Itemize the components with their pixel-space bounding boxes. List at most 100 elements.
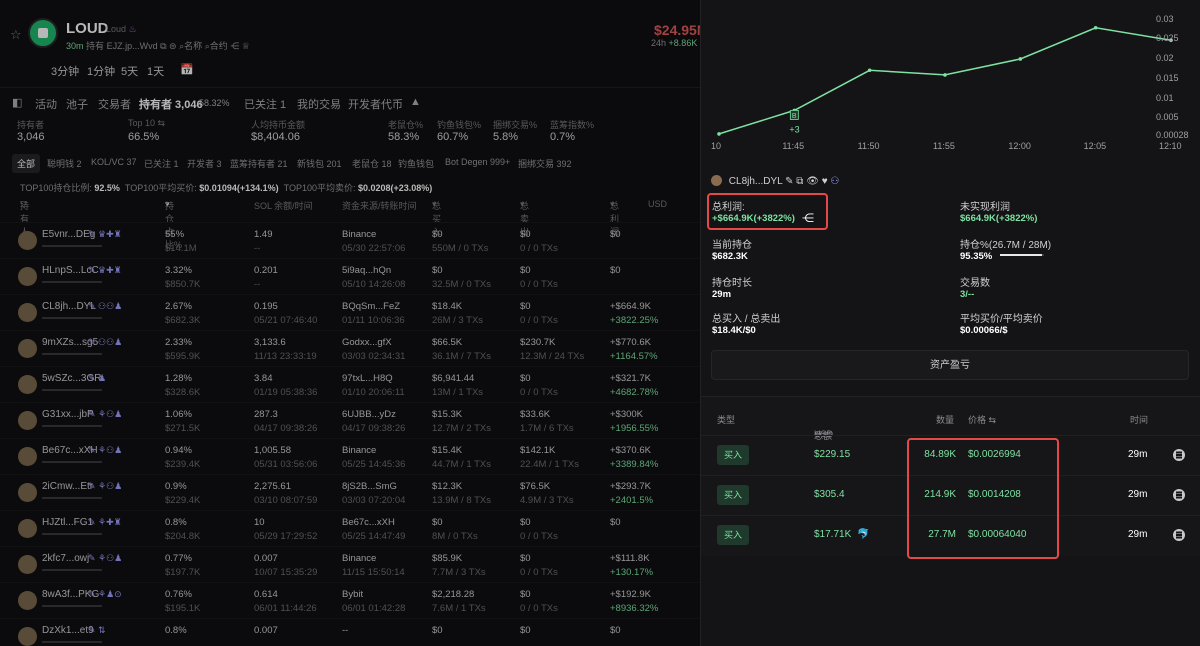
holder-source[interactable]: -- xyxy=(342,625,348,636)
edit-icon[interactable]: ✎ xyxy=(785,176,793,187)
detail-tabs: ◧ 活动 池子 交易者 持有者 3,046 58.32% 已关注 1 我的交易 … xyxy=(0,96,700,114)
holder-name[interactable]: 2kfc7...owj xyxy=(42,553,89,564)
holder-source-time: 01/10 20:06:11 xyxy=(342,387,405,398)
tab-pools[interactable]: 池子 xyxy=(66,96,88,112)
holder-source[interactable]: BQqSm...FeZ xyxy=(342,301,400,312)
tab-traders[interactable]: 交易者 xyxy=(98,96,131,112)
holder-source[interactable]: Binance xyxy=(342,553,376,564)
col-total-pnl[interactable]: 总利润 ▾ xyxy=(610,199,619,237)
tab-my-trades[interactable]: 我的交易 xyxy=(297,96,341,112)
col-currency[interactable]: USD xyxy=(648,199,667,209)
timeframe-5d[interactable]: 5天 xyxy=(121,63,138,79)
holder-buy: $85.9K xyxy=(432,553,463,564)
table-row[interactable]: 8wA3f...PKG ✎ ⚘♟⊙ 0.76% $195.1K 0.614 06/01 1… xyxy=(0,582,700,618)
collapse-icon[interactable]: ▲ xyxy=(410,96,421,108)
copy-icon[interactable]: ⧉ xyxy=(160,41,166,51)
stat-label: 人均持币金额 xyxy=(251,120,306,130)
holder-source[interactable]: 8jS2B...SmG xyxy=(342,481,397,492)
table-row[interactable]: 2iCmw...Etr ✎ ⚘⚇♟ 0.9% $229.4K 2,275.61 03/10… xyxy=(0,474,700,510)
col-sol[interactable]: SOL 余额/时间 xyxy=(254,199,313,212)
holder-source[interactable]: Binance xyxy=(342,445,376,456)
holder-sol-time: 11/13 23:33:19 xyxy=(254,351,317,362)
holder-sell: $142.1K xyxy=(520,445,556,456)
holder-source[interactable]: Binance xyxy=(342,229,376,240)
table-row[interactable]: 2kfc7...owj ✎ ⚘⚇♟ 0.77% $197.7K 0.007 10/07 1… xyxy=(0,546,700,582)
filter-followed[interactable]: 已关注 1 xyxy=(139,154,184,173)
filter-new-wallet[interactable]: 新钱包 201 xyxy=(292,154,347,173)
search-name-button[interactable]: ⌕名称 xyxy=(179,41,202,51)
filter-kol[interactable]: KOL/VC 37 xyxy=(86,154,142,170)
timeframe-1m[interactable]: 1分钟 xyxy=(87,63,115,79)
table-row[interactable]: Be67c...xXH ✎ ⚘⚇♟ 0.94% $239.4K 1,005.58 05/3… xyxy=(0,438,700,474)
holder-sell-tx: 0 / 0 TXs xyxy=(520,567,558,578)
holder-tag-icons: ✎ ⚘⚇♟ xyxy=(88,481,123,491)
holder-source[interactable]: Godxx...gfX xyxy=(342,337,392,348)
holder-sell: $33.6K xyxy=(520,409,551,420)
filter-bot-degen[interactable]: Bot Degen 999+ xyxy=(440,154,515,170)
table-row[interactable]: DzXk1...et9 ✎ ⇅ 0.8% 0.007 -- $0 $0 $0 xyxy=(0,618,700,646)
share-icon[interactable]: ⋲ xyxy=(802,211,814,225)
sidebar-toggle-icon[interactable]: ◧ xyxy=(12,96,22,109)
holder-buy-tx: 12.7M / 2 TXs xyxy=(432,423,491,434)
filter-bluechip[interactable]: 蓝筹持有者 21 xyxy=(225,154,293,173)
holder-pnl: $0 xyxy=(610,625,621,636)
tab-followed[interactable]: 已关注 1 xyxy=(244,96,286,112)
menu-icon[interactable] xyxy=(1173,529,1185,541)
holder-buy: $15.3K xyxy=(432,409,463,420)
filter-dev[interactable]: 开发者 3 xyxy=(182,154,227,173)
asset-pnl-button[interactable]: 资产盈亏 xyxy=(711,350,1189,380)
token-address[interactable]: EJZ.jp...Wvd xyxy=(107,41,158,51)
col-total-sell[interactable]: 总卖出 ▾ xyxy=(520,199,529,237)
token-meta: 30m 持有 EJZ.jp...Wvd ⧉ ⊜ ⌕名称 ⌕合约 ⋲ ♕ xyxy=(66,39,250,52)
settings-icon[interactable]: ⊜ xyxy=(169,41,177,51)
holder-usd: $271.5K xyxy=(165,423,201,434)
filter-phishing[interactable]: 钓鱼钱包 xyxy=(393,154,439,173)
filter-all[interactable]: 全部 xyxy=(12,154,41,173)
y-tick-label: 0.02 xyxy=(1156,53,1174,63)
menu-icon[interactable] xyxy=(1173,449,1185,461)
timeframe-1d[interactable]: 1天 xyxy=(147,63,164,79)
holder-source[interactable]: Be67c...xXH xyxy=(342,517,395,528)
filter-rat[interactable]: 老鼠仓 18 xyxy=(347,154,397,173)
tab-activity[interactable]: 活动 xyxy=(35,96,57,112)
timeframe-3m[interactable]: 3分钟 xyxy=(51,63,79,79)
table-row[interactable]: CL8jh...DYL ✎ ⚇⚇♟ 2.67% $682.3K 0.195 05/21 0… xyxy=(0,294,700,330)
holder-source[interactable]: 5i9aq...hQn xyxy=(342,265,391,276)
col-source[interactable]: 资金来源/转账时间 xyxy=(342,199,417,212)
tx-col-price[interactable]: 价格 ⇆ xyxy=(968,413,996,426)
avatar xyxy=(18,339,37,358)
filter-smart-money[interactable]: 聪明钱 2 xyxy=(42,154,87,173)
highlight-amount-price xyxy=(907,438,1059,559)
holder-source[interactable]: 97txL...H8Q xyxy=(342,373,393,384)
table-row[interactable]: 9mXZs...sg5 ✎ ⚇⚇♟ 2.33% $595.9K 3,133.6 11/13… xyxy=(0,330,700,366)
col-ratio[interactable]: 持仓占比% ▾ xyxy=(165,199,182,250)
holder-pnl: $0 xyxy=(610,517,621,528)
favorite-star-icon[interactable]: ☆ xyxy=(10,27,22,43)
share-icon[interactable]: ⋲ xyxy=(230,41,239,51)
filter-bundle[interactable]: 捆绑交易 392 xyxy=(513,154,577,173)
wallet-name[interactable]: CL8jh...DYL xyxy=(729,176,783,187)
menu-icon[interactable] xyxy=(1173,489,1185,501)
table-row[interactable]: E5vnr...DEg ✎ ♛✚♜ 55% $14.1M 1.49 -- Binance 05… xyxy=(0,222,700,258)
holder-name[interactable]: 2iCmw...Etr xyxy=(42,481,93,492)
avatar xyxy=(18,483,37,502)
holder-source[interactable]: Bybit xyxy=(342,589,363,600)
holder-source[interactable]: 6UJBB...yDz xyxy=(342,409,396,420)
heart-icon[interactable]: ♥ xyxy=(822,176,828,187)
tab-dev-tokens[interactable]: 开发者代币 xyxy=(348,96,403,112)
table-row[interactable]: HLnpS...LcC ✎ ♛✚♜ 3.32% $850.7K 0.201 -- 5i9aq… xyxy=(0,258,700,294)
calendar-icon[interactable]: 📅 xyxy=(180,63,194,76)
holder-name[interactable]: DzXk1...et9 xyxy=(42,625,94,636)
table-row[interactable]: HJZtl...FG1 ✎ ⚘✚♜ 0.8% $204.8K 10 05/29 17:29… xyxy=(0,510,700,546)
holder-tag-icons: ✎ ⚘⚇♟ xyxy=(88,445,123,455)
copy-icon[interactable]: ⧉ xyxy=(796,176,803,187)
table-row[interactable]: 5wSZc...3GR ✎ ♟ 1.28% $328.6K 3.84 01/19 05:3… xyxy=(0,366,700,402)
table-row[interactable]: G31xx...jbP ✎ ⚘⚇♟ 1.06% $271.5K 287.3 04/17 0… xyxy=(0,402,700,438)
tab-holders[interactable]: 持有者 3,046 xyxy=(139,96,203,112)
crown-icon[interactable]: ♕ xyxy=(242,41,250,51)
col-total-buy[interactable]: 总买入 ▾ xyxy=(432,199,441,237)
search-contract-button[interactable]: ⌕合约 xyxy=(205,41,228,51)
holder-name[interactable]: HJZtl...FG1 xyxy=(42,517,93,528)
filter-icon[interactable]: ▽ xyxy=(20,199,27,210)
holder-name[interactable]: G31xx...jbP xyxy=(42,409,94,420)
